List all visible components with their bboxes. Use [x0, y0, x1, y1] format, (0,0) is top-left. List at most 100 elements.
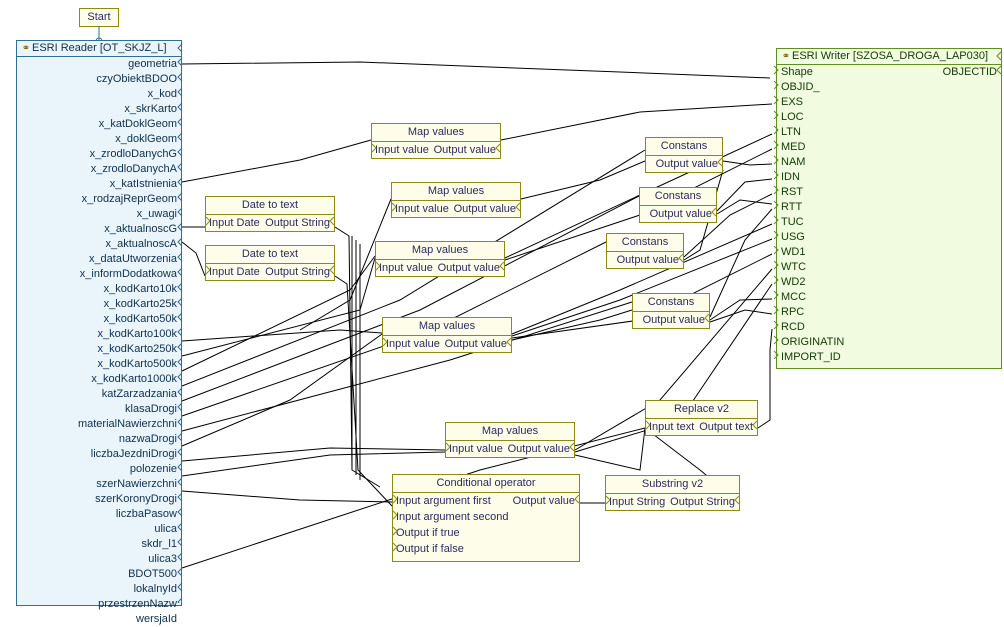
transformer-title[interactable]: Replace v2: [646, 401, 757, 419]
transformer-date1[interactable]: Date to text Input Date Output String: [205, 196, 335, 232]
reader-attribute[interactable]: x_aktualnoscG: [17, 222, 181, 237]
transformer-input-port[interactable]: Input value: [379, 260, 433, 276]
reader-attribute[interactable]: x_kod: [17, 87, 181, 102]
writer-attribute[interactable]: WD2: [777, 275, 1001, 290]
reader-attribute[interactable]: x_kodKarto250k: [17, 342, 181, 357]
transformer-input-port[interactable]: Input text: [649, 419, 694, 435]
reader-attribute[interactable]: x_aktualnoscA: [17, 237, 181, 252]
transformer-const3[interactable]: Constans Output value: [606, 233, 684, 269]
reader-attribute[interactable]: x_uwagi: [17, 207, 181, 222]
transformer-cond1[interactable]: Conditional operator Input argument first…: [392, 474, 580, 562]
transformer-date2[interactable]: Date to text Input Date Output String: [205, 245, 335, 281]
writer-output-attribute[interactable]: OBJECTID: [943, 65, 997, 80]
transformer-const1[interactable]: Constans Output value: [645, 137, 723, 173]
reader-attribute[interactable]: x_kodKarto100k: [17, 327, 181, 342]
constant-title[interactable]: Constans: [646, 138, 722, 156]
reader-attribute[interactable]: szerNawierzchni: [17, 477, 181, 492]
transformer-input-port[interactable]: Input value: [375, 142, 429, 158]
conditional-input-port[interactable]: Output if false: [393, 541, 579, 557]
reader-attribute[interactable]: x_katDoklGeom: [17, 117, 181, 132]
transformer-output-port[interactable]: Output String: [265, 264, 330, 280]
transformer-title[interactable]: Date to text: [206, 246, 334, 264]
reader-attribute[interactable]: przestrzenNazw: [17, 597, 181, 612]
reader-attribute[interactable]: x_skrKarto: [17, 102, 181, 117]
constant-output-port[interactable]: Output value: [650, 206, 712, 222]
writer-attribute[interactable]: USG: [777, 230, 1001, 245]
transformer-title[interactable]: Date to text: [206, 197, 334, 215]
reader-attribute[interactable]: liczbaPasow: [17, 507, 181, 522]
transformer-map4[interactable]: Map values Input value Output value: [382, 317, 512, 353]
writer-attribute[interactable]: RST: [777, 185, 1001, 200]
writer-attribute[interactable]: WTC: [777, 260, 1001, 275]
reader-attribute[interactable]: liczbaJezdniDrogi: [17, 447, 181, 462]
start-bookmark[interactable]: Start: [79, 8, 119, 27]
writer-attribute[interactable]: LOC: [777, 110, 1001, 125]
transformer-title[interactable]: Map values: [376, 242, 504, 260]
reader-attribute[interactable]: x_rodzajReprGeom: [17, 192, 181, 207]
transformer-input-port[interactable]: Input Date: [209, 215, 260, 231]
constant-title[interactable]: Constans: [633, 294, 709, 312]
transformer-input-port[interactable]: Input String: [609, 494, 665, 510]
transformer-subs1[interactable]: Substring v2 Input String Output String: [605, 475, 740, 511]
writer-attribute[interactable]: TUC: [777, 215, 1001, 230]
writer-attribute[interactable]: MED: [777, 140, 1001, 155]
reader-attribute[interactable]: x_informDodatkowa: [17, 267, 181, 282]
transformer-const4[interactable]: Constans Output value: [632, 293, 710, 329]
reader-attribute[interactable]: klasaDrogi: [17, 402, 181, 417]
reader-attribute[interactable]: x_kodKarto1000k: [17, 372, 181, 387]
writer-attribute[interactable]: RTT: [777, 200, 1001, 215]
reader-attribute[interactable]: x_zrodloDanychA: [17, 162, 181, 177]
reader-attribute[interactable]: czyObiektBDOO: [17, 72, 181, 87]
transformer-title[interactable]: Map values: [372, 124, 500, 142]
transformer-input-port[interactable]: Input Date: [209, 264, 260, 280]
reader-attribute[interactable]: x_kodKarto10k: [17, 282, 181, 297]
transformer-map2[interactable]: Map values Input value Output value: [391, 182, 521, 218]
transformer-output-port[interactable]: Output value: [438, 260, 500, 276]
writer-attribute[interactable]: OBJID_: [777, 80, 1001, 95]
reader-attribute[interactable]: x_doklGeom: [17, 132, 181, 147]
reader-node[interactable]: ⚭ ESRI Reader [OT_SKJZ_L] geometria czyObi…: [16, 40, 182, 625]
reader-attribute[interactable]: x_zrodloDanychG: [17, 147, 181, 162]
transformer-title[interactable]: Substring v2: [606, 476, 739, 494]
writer-attribute[interactable]: LTN: [777, 125, 1001, 140]
transformer-title[interactable]: Map values: [446, 423, 574, 441]
writer-attribute[interactable]: IDN: [777, 170, 1001, 185]
conditional-input-port[interactable]: Input argument second: [393, 509, 579, 525]
writer-attribute[interactable]: IMPORT_ID: [777, 350, 1001, 365]
workspace-canvas[interactable]: Start ⚭ ESRI Reader [OT_SKJZ_L] geometria…: [0, 0, 1004, 625]
transformer-output-port[interactable]: Output value: [434, 142, 496, 158]
reader-attribute[interactable]: x_kodKarto500k: [17, 357, 181, 372]
transformer-title[interactable]: Map values: [392, 183, 520, 201]
writer-attribute[interactable]: Shape OBJECTID: [777, 65, 1001, 80]
transformer-const2[interactable]: Constans Output value: [639, 187, 717, 223]
transformer-map5[interactable]: Map values Input value Output value: [445, 422, 575, 458]
transformer-title[interactable]: Map values: [383, 318, 511, 336]
reader-attribute[interactable]: geometria: [17, 57, 181, 72]
reader-attribute[interactable]: x_kodKarto50k: [17, 312, 181, 327]
transformer-repl1[interactable]: Replace v2 Input text Output text: [645, 400, 758, 436]
writer-header[interactable]: ⚭ ESRI Writer [SZOSA_DROGA_LAP030]: [777, 49, 1001, 65]
transformer-output-port[interactable]: Output String: [670, 494, 735, 510]
conditional-title[interactable]: Conditional operator: [393, 475, 579, 493]
transformer-output-port[interactable]: Output value: [445, 336, 507, 352]
reader-header[interactable]: ⚭ ESRI Reader [OT_SKJZ_L]: [17, 41, 181, 57]
constant-title[interactable]: Constans: [607, 234, 683, 252]
constant-output-port[interactable]: Output value: [656, 156, 718, 172]
transformer-input-port[interactable]: Input value: [386, 336, 440, 352]
reader-attribute[interactable]: nazwaDrogi: [17, 432, 181, 447]
transformer-map3[interactable]: Map values Input value Output value: [375, 241, 505, 277]
constant-output-port[interactable]: Output value: [643, 312, 705, 328]
reader-attribute[interactable]: x_dataUtworzenia: [17, 252, 181, 267]
reader-attribute[interactable]: ulica3: [17, 552, 181, 567]
reader-attribute[interactable]: ulica: [17, 522, 181, 537]
writer-attribute[interactable]: ORIGINATIN: [777, 335, 1001, 350]
conditional-input-port[interactable]: Output if true: [393, 525, 579, 541]
reader-attribute[interactable]: polozenie: [17, 462, 181, 477]
reader-attribute[interactable]: katZarzadzania: [17, 387, 181, 402]
transformer-output-port[interactable]: Output text: [699, 419, 753, 435]
constant-title[interactable]: Constans: [640, 188, 716, 206]
reader-attribute[interactable]: materialNawierzchni: [17, 417, 181, 432]
writer-attribute[interactable]: RPC: [777, 305, 1001, 320]
reader-attribute[interactable]: x_katIstnienia: [17, 177, 181, 192]
transformer-input-port[interactable]: Input value: [395, 201, 449, 217]
